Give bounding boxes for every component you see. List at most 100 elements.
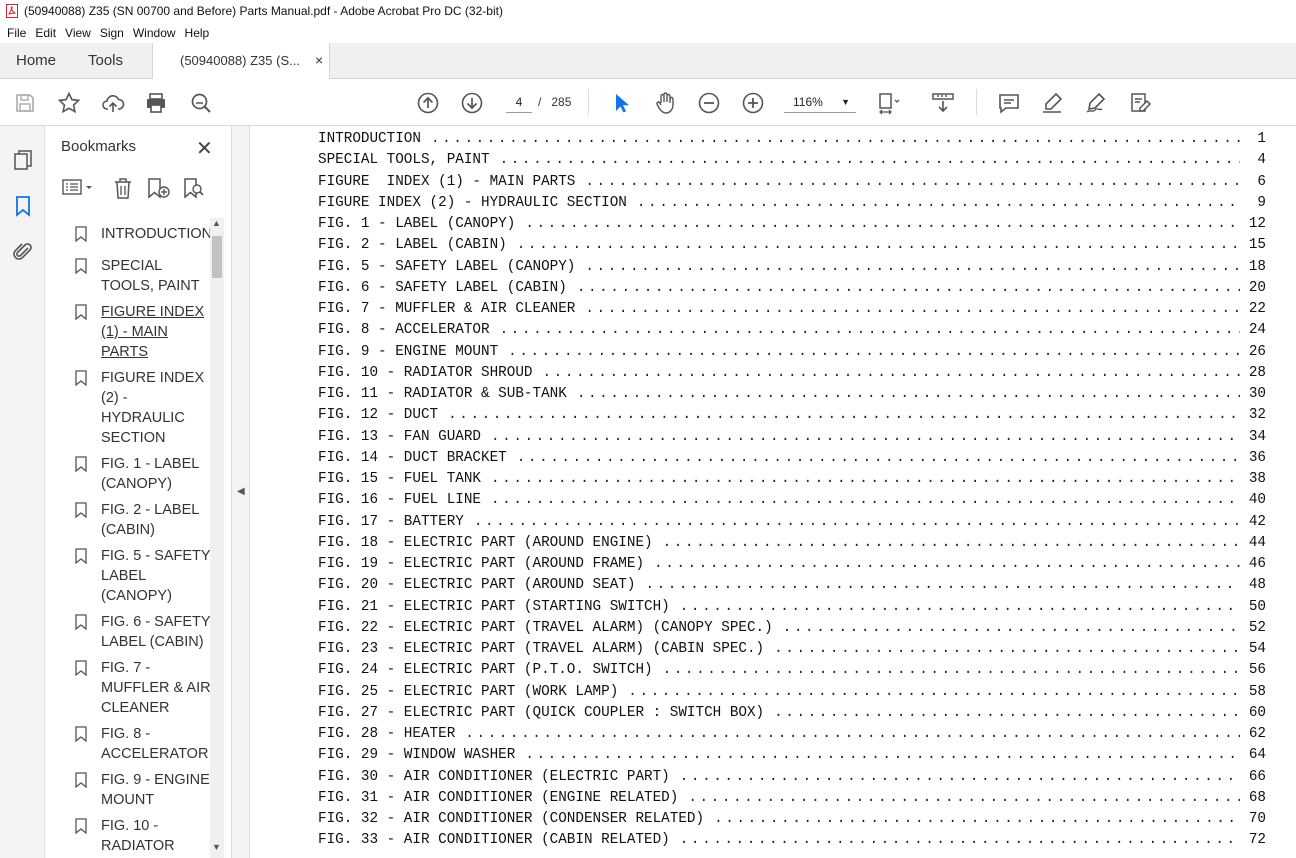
tab-home[interactable]: Home xyxy=(16,43,56,79)
menu-view[interactable]: View xyxy=(65,26,91,40)
toc-entry[interactable]: FIG. 22 - ELECTRIC PART (TRAVEL ALARM) (… xyxy=(318,620,1266,640)
toc-entry[interactable]: FIG. 27 - ELECTRIC PART (QUICK COUPLER :… xyxy=(318,705,1266,725)
toc-page-number: 52 xyxy=(1248,619,1266,636)
toc-page-number: 42 xyxy=(1248,513,1266,530)
toc-entry[interactable]: FIG. 18 - ELECTRIC PART (AROUND ENGINE) 4… xyxy=(318,535,1266,555)
toc-entry[interactable]: FIG. 23 - ELECTRIC PART (TRAVEL ALARM) (… xyxy=(318,641,1266,661)
toc-entry[interactable]: FIG. 11 - RADIATOR & SUB-TANK 30 xyxy=(318,386,1266,406)
zoom-out-icon[interactable] xyxy=(697,91,721,115)
menu-window[interactable]: Window xyxy=(133,26,176,40)
toc-entry[interactable]: FIG. 7 - MUFFLER & AIR CLEANER 22 xyxy=(318,301,1266,321)
toc-entry[interactable]: FIG. 10 - RADIATOR SHROUD 28 xyxy=(318,365,1266,385)
page-total: / 285 xyxy=(538,95,571,109)
bookmark-list: INTRODUCTION SPECIAL TOOLS, PAINT FIGURE… xyxy=(45,218,210,858)
attachments-icon[interactable] xyxy=(11,240,35,264)
scroll-mode-icon[interactable] xyxy=(931,91,955,115)
scroll-down-icon[interactable]: ▼ xyxy=(212,842,221,852)
bookmark-icon xyxy=(75,614,87,630)
toc-entry[interactable]: FIG. 24 - ELECTRIC PART (P.T.O. SWITCH) 5… xyxy=(318,662,1266,682)
bookmark-panel-icon[interactable] xyxy=(11,194,35,218)
toc-title: FIG. 31 - AIR CONDITIONER (ENGINE RELATE… xyxy=(318,789,679,806)
toc-leader-dots xyxy=(663,662,1240,678)
toc-page-number: 34 xyxy=(1248,428,1266,445)
toc-entry[interactable]: FIG. 16 - FUEL LINE 40 xyxy=(318,492,1266,512)
page-number-input[interactable]: 4 xyxy=(506,91,532,113)
delete-bookmark-icon[interactable] xyxy=(111,176,135,202)
toc-entry[interactable]: FIG. 30 - AIR CONDITIONER (ELECTRIC PART… xyxy=(318,769,1266,789)
zoom-in-icon[interactable] xyxy=(741,91,765,115)
toc-entry[interactable]: FIG. 5 - SAFETY LABEL (CANOPY) 18 xyxy=(318,259,1266,279)
bookmark-label: SPECIAL TOOLS, PAINT xyxy=(101,258,200,294)
bookmark-options-icon[interactable] xyxy=(61,176,95,202)
star-icon[interactable] xyxy=(57,91,81,115)
menu-edit[interactable]: Edit xyxy=(35,26,56,40)
toc-page-number: 60 xyxy=(1248,704,1266,721)
highlight-pen-icon[interactable] xyxy=(1040,91,1064,115)
bookmark-label: FIG. 5 - SAFETY LABEL (CANOPY) xyxy=(101,548,210,604)
previous-page-icon[interactable] xyxy=(416,91,440,115)
save-icon[interactable] xyxy=(13,91,37,115)
new-bookmark-icon[interactable] xyxy=(145,176,171,202)
toc-entry[interactable]: FIG. 9 - ENGINE MOUNT 26 xyxy=(318,344,1266,364)
toc-entry[interactable]: FIG. 2 - LABEL (CABIN) 15 xyxy=(318,237,1266,257)
draw-signature-icon[interactable] xyxy=(1084,91,1108,115)
toc-title: FIG. 24 - ELECTRIC PART (P.T.O. SWITCH) xyxy=(318,662,653,679)
toc-entry[interactable]: FIG. 12 - DUCT 32 xyxy=(318,407,1266,427)
toc-entry[interactable]: FIG. 1 - LABEL (CANOPY) 12 xyxy=(318,216,1266,236)
toc-entry[interactable]: FIG. 17 - BATTERY 42 xyxy=(318,514,1266,534)
toc-entry[interactable]: FIG. 14 - DUCT BRACKET 36 xyxy=(318,450,1266,470)
tab-close-button[interactable]: × xyxy=(315,52,323,68)
page-thumbnails-icon[interactable] xyxy=(11,148,35,172)
toc-entry[interactable]: FIG. 33 - AIR CONDITIONER (CABIN RELATED… xyxy=(318,832,1266,852)
toc-page-number: 66 xyxy=(1248,768,1266,785)
toc-page-number: 58 xyxy=(1248,683,1266,700)
toc-entry[interactable]: FIG. 13 - FAN GUARD 34 xyxy=(318,429,1266,449)
toc-entry[interactable]: FIG. 28 - HEATER 62 xyxy=(318,726,1266,746)
page-fit-icon[interactable] xyxy=(876,91,900,115)
fill-sign-icon[interactable] xyxy=(1128,91,1152,115)
hand-tool-icon[interactable] xyxy=(653,91,677,115)
toc-title: FIG. 16 - FUEL LINE xyxy=(318,492,482,509)
toc-entry[interactable]: FIG. 29 - WINDOW WASHER 64 xyxy=(318,747,1266,767)
search-zoom-icon[interactable] xyxy=(189,91,213,115)
next-page-icon[interactable] xyxy=(460,91,484,115)
toc-entry[interactable]: SPECIAL TOOLS, PAINT 4 xyxy=(318,152,1266,172)
panel-splitter[interactable]: ◀ xyxy=(232,126,250,858)
toc-entry[interactable]: FIG. 8 - ACCELERATOR 24 xyxy=(318,322,1266,342)
tab-bar: Home Tools (50940088) Z35 (S... × xyxy=(0,43,1296,79)
tab-tools[interactable]: Tools xyxy=(88,43,123,79)
toc-entry[interactable]: FIGURE INDEX (2) - HYDRAULIC SECTION 9 xyxy=(318,195,1266,215)
toc-leader-dots xyxy=(585,174,1240,190)
toc-entry[interactable]: FIG. 6 - SAFETY LABEL (CABIN) 20 xyxy=(318,280,1266,300)
toc-entry[interactable]: FIGURE INDEX (1) - MAIN PARTS 6 xyxy=(318,174,1266,194)
collapse-panel-icon[interactable]: ◀ xyxy=(237,486,245,497)
toc-entry[interactable]: FIG. 15 - FUEL TANK 38 xyxy=(318,471,1266,491)
tab-document[interactable]: (50940088) Z35 (S... × xyxy=(152,43,330,79)
scroll-up-icon[interactable]: ▲ xyxy=(212,218,221,228)
toc-entry[interactable]: FIG. 32 - AIR CONDITIONER (CONDENSER REL… xyxy=(318,811,1266,831)
zoom-level-select[interactable]: 116% ▼ xyxy=(784,91,856,113)
bookmarks-scrollbar[interactable]: ▲ ▼ xyxy=(210,218,224,858)
toc-entry[interactable]: FIG. 31 - AIR CONDITIONER (ENGINE RELATE… xyxy=(318,790,1266,810)
bookmark-icon xyxy=(75,304,87,320)
toc-entry[interactable]: FIG. 21 - ELECTRIC PART (STARTING SWITCH… xyxy=(318,599,1266,619)
toc-leader-dots xyxy=(500,322,1240,338)
toc-entry[interactable]: FIG. 19 - ELECTRIC PART (AROUND FRAME) 46 xyxy=(318,556,1266,576)
toc-entry[interactable]: FIG. 20 - ELECTRIC PART (AROUND SEAT) 48 xyxy=(318,577,1266,597)
bookmarks-close-button[interactable]: ✕ xyxy=(196,136,213,161)
toc-entry[interactable]: INTRODUCTION 1 xyxy=(318,131,1266,151)
bookmark-label: FIGURE INDEX (1) - MAIN PARTS xyxy=(101,304,205,360)
scrollbar-thumb[interactable] xyxy=(212,236,222,278)
toc-entry[interactable]: FIG. 25 - ELECTRIC PART (WORK LAMP) 58 xyxy=(318,684,1266,704)
menu-help[interactable]: Help xyxy=(185,26,210,40)
print-icon[interactable] xyxy=(144,91,168,115)
menu-file[interactable]: File xyxy=(7,26,26,40)
toc-leader-dots xyxy=(431,131,1240,147)
toc-title: FIG. 18 - ELECTRIC PART (AROUND ENGINE) xyxy=(318,534,653,551)
find-bookmark-icon[interactable] xyxy=(181,176,205,202)
upload-cloud-icon[interactable] xyxy=(101,91,125,115)
select-cursor-icon[interactable] xyxy=(609,91,633,115)
comment-icon[interactable] xyxy=(997,91,1021,115)
toc-title: FIG. 30 - AIR CONDITIONER (ELECTRIC PART… xyxy=(318,768,670,785)
menu-sign[interactable]: Sign xyxy=(100,26,124,40)
